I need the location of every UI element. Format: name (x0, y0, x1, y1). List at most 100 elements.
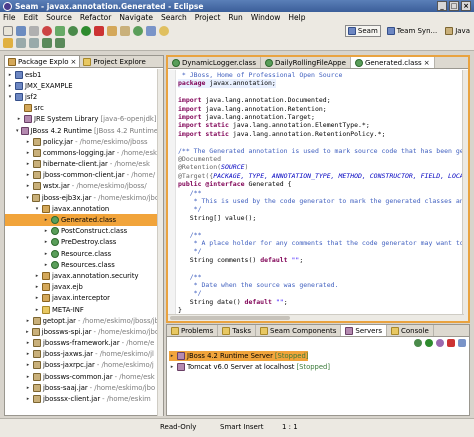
tab-tasks[interactable]: Tasks (218, 325, 257, 336)
tab-problems[interactable]: Problems (167, 325, 219, 336)
tree-item[interactable]: src (5, 103, 159, 114)
expand-toggle-icon[interactable]: ▸ (43, 217, 49, 223)
tree-item[interactable]: ▸ javax.interceptor (5, 293, 159, 304)
server-row[interactable]: ▸ Tomcat v6.0 Server at localhost [Stopped… (169, 362, 330, 372)
search-icon[interactable] (159, 26, 169, 36)
tree-item[interactable]: ▸ hibernate-client.jar - /home/esk (5, 159, 159, 170)
expand-toggle-icon[interactable]: ▸ (25, 385, 31, 391)
publish-icon[interactable] (458, 339, 466, 347)
expand-toggle-icon[interactable]: ▸ (25, 183, 31, 189)
menu-project[interactable]: Project (195, 13, 221, 22)
close-icon[interactable]: × (424, 59, 430, 67)
tree-item[interactable]: ▾ jsf2 (5, 91, 159, 102)
tree-item[interactable]: ▸ jboss-common-client.jar - /home/ (5, 170, 159, 181)
editor-tab-generated-class[interactable]: Generated.class × (350, 57, 435, 68)
code-view[interactable]: * JBoss, Home of Professional Open Sourc… (168, 70, 464, 315)
tree-item[interactable]: ▸ JMX_EXAMPLE (5, 80, 159, 91)
tree-item[interactable]: ▸ jboss-jaxws.jar - /home/eskimo/jl (5, 349, 159, 360)
expand-toggle-icon[interactable]: ▸ (25, 172, 31, 178)
tree-item[interactable]: ▸ Resource.class (5, 248, 159, 259)
expand-toggle-icon[interactable]: ▾ (7, 94, 13, 100)
tree-item[interactable]: ▸ esb1 (5, 69, 159, 80)
server-row[interactable]: ▸ JBoss 4.2 Runtime Server [Stopped] (169, 351, 309, 361)
menu-refactor[interactable]: Refactor (80, 13, 111, 22)
expand-toggle-icon[interactable]: ▸ (34, 295, 40, 301)
expand-toggle-icon[interactable]: ▸ (25, 351, 31, 357)
menu-edit[interactable]: Edit (24, 13, 39, 22)
debug-icon[interactable] (68, 26, 78, 36)
tree-item[interactable]: ▸ jboss-jaxrpc.jar - /home/eskimo/j (5, 360, 159, 371)
tree-item[interactable]: ▸ wstx.jar - /home/eskimo/jboss/ (5, 181, 159, 192)
tree-item[interactable]: ▸ jboss-saaj.jar - /home/eskimo/jbo (5, 382, 159, 393)
tab-servers[interactable]: Servers (341, 325, 388, 336)
tree-item[interactable]: ▾ JBoss 4.2 Runtime [JBoss 4.2 Runtime] (5, 125, 159, 136)
close-icon[interactable]: × (70, 58, 76, 66)
tab-package-explorer[interactable]: Package Explo × (5, 56, 81, 67)
menu-navigate[interactable]: Navigate (119, 13, 153, 22)
expand-toggle-icon[interactable]: ▾ (25, 195, 30, 201)
profile-server-icon[interactable] (436, 339, 444, 347)
tree-item[interactable]: ▸ policy.jar - /home/eskimo/jboss (5, 136, 159, 147)
save-icon[interactable] (16, 26, 26, 36)
back-icon[interactable] (42, 38, 52, 48)
editor-tab-dynamiclogger-class[interactable]: DynamicLogger.class (168, 57, 261, 68)
scroll-thumb[interactable] (170, 316, 290, 320)
expand-toggle-icon[interactable]: ▸ (25, 362, 31, 368)
expand-toggle-icon[interactable]: ▸ (43, 251, 49, 257)
close-window-button[interactable]: × (461, 1, 471, 11)
expand-toggle-icon[interactable]: ▸ (25, 340, 31, 346)
tab-console[interactable]: Console (387, 325, 434, 336)
menu-search[interactable]: Search (161, 13, 187, 22)
expand-toggle-icon[interactable]: ▸ (25, 396, 31, 402)
expand-toggle-icon[interactable]: ▸ (7, 83, 13, 89)
expand-toggle-icon[interactable]: ▸ (43, 239, 49, 245)
perspective-java[interactable]: Java (443, 26, 472, 36)
expand-toggle-icon[interactable]: ▸ (25, 318, 31, 324)
tree-item[interactable]: ▸ jbossws-framework.jar - /home/e (5, 338, 159, 349)
perspective-seam[interactable]: Seam (344, 25, 381, 37)
seam-icon[interactable] (42, 26, 52, 36)
stop-server-icon[interactable] (447, 339, 455, 347)
menu-file[interactable]: File (3, 13, 16, 22)
expand-toggle-icon[interactable]: ▸ (34, 273, 40, 279)
expand-toggle-icon[interactable]: ▸ (34, 307, 40, 313)
perspective-team-syn[interactable]: Team Syn... (385, 26, 439, 36)
expand-toggle-icon[interactable]: ▸ (34, 284, 40, 290)
tree-item[interactable]: ▸ javax.annotation.security (5, 270, 159, 281)
menu-run[interactable]: Run (228, 13, 242, 22)
expand-toggle-icon[interactable]: ▸ (25, 329, 30, 335)
menu-source[interactable]: Source (46, 13, 72, 22)
menu-help[interactable]: Help (288, 13, 305, 22)
tree-item[interactable]: ▸ PreDestroy.class (5, 237, 159, 248)
editor-tab-dailyrollingfileappe[interactable]: DailyRollingFileAppe (261, 57, 351, 68)
expand-toggle-icon[interactable]: ▸ (25, 139, 31, 145)
expand-toggle-icon[interactable]: ▸ (169, 364, 175, 370)
tree-item[interactable]: ▸ javax.ejb (5, 282, 159, 293)
expand-toggle-icon[interactable]: ▸ (43, 228, 49, 234)
tree-item[interactable]: ▸ jbossws-spi.jar - /home/eskimo/jbo (5, 326, 159, 337)
expand-toggle-icon[interactable]: ▸ (7, 72, 13, 78)
server-icon[interactable] (55, 26, 65, 36)
debug-server-icon[interactable] (414, 339, 422, 347)
expand-toggle-icon[interactable]: ▸ (43, 262, 49, 268)
new-class-icon[interactable] (133, 26, 143, 36)
tree-vertical-scrollbar[interactable] (157, 69, 163, 416)
expand-toggle-icon[interactable]: ▸ (25, 150, 31, 156)
tree-item[interactable]: ▾ javax.annotation (5, 203, 159, 214)
next-annotation-icon[interactable] (16, 38, 26, 48)
tree-item[interactable]: ▸ getopt.jar - /home/eskimo/jboss/jb (5, 315, 159, 326)
expand-toggle-icon[interactable]: ▾ (16, 128, 19, 134)
menu-window[interactable]: Window (251, 13, 281, 22)
prev-annotation-icon[interactable] (29, 38, 39, 48)
maximize-button[interactable]: □ (449, 1, 459, 11)
expand-toggle-icon[interactable]: ▾ (34, 206, 40, 212)
external-tools-icon[interactable] (94, 26, 104, 36)
editor-vertical-scrollbar[interactable] (462, 70, 468, 321)
tree-item[interactable]: ▾ jboss-ejb3x.jar - /home/eskimo/jbo (5, 192, 159, 203)
pencil-icon[interactable] (3, 38, 13, 48)
tree-item[interactable]: ▸ PostConstruct.class (5, 226, 159, 237)
expand-toggle-icon[interactable]: ▸ (169, 353, 175, 359)
tree-item[interactable]: ▸ jbossws-common.jar - /home/esk (5, 371, 159, 382)
tree-item[interactable]: ▸ JRE System Library [java-6-openjdk] (5, 114, 159, 125)
tree-item[interactable]: ▸ commons-logging.jar - /home/esk (5, 147, 159, 158)
